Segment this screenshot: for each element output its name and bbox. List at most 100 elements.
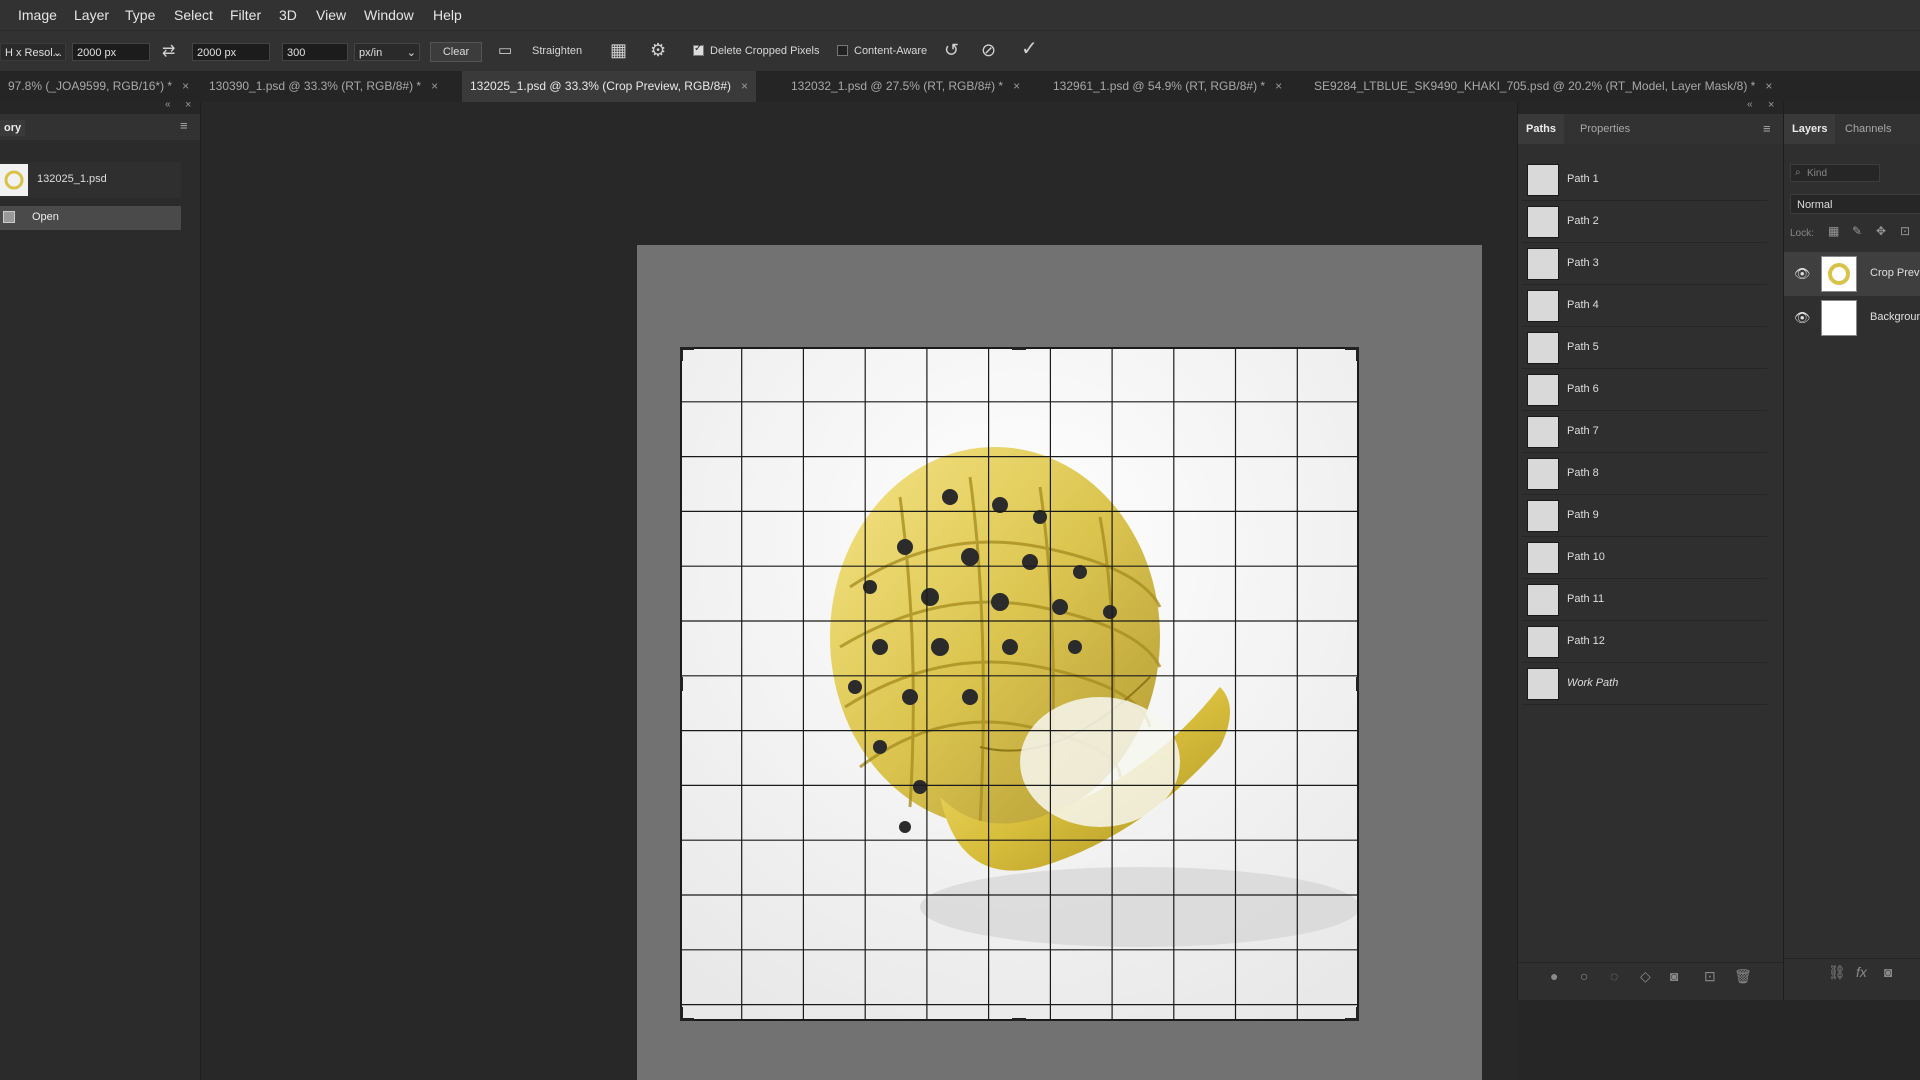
blend-mode-dropdown[interactable]: Normal	[1790, 194, 1920, 214]
path-row[interactable]: Path 2	[1522, 202, 1767, 243]
menu-select[interactable]: Select	[174, 7, 213, 23]
fx-icon[interactable]: fx	[1856, 964, 1867, 980]
new-path-icon[interactable]: ⊡	[1704, 968, 1716, 985]
menu-icon[interactable]: ≡	[180, 118, 188, 133]
path-row[interactable]: Path 12	[1522, 622, 1767, 663]
tab-doc-5[interactable]: 132961_1.psd @ 54.9% (RT, RGB/8#) * ×	[1045, 71, 1290, 102]
eye-icon[interactable]: 👁	[1794, 266, 1811, 282]
resolution-unit-dropdown[interactable]: px/in ⌄	[354, 43, 420, 61]
menu-image[interactable]: Image	[18, 7, 57, 23]
crop-handle-left[interactable]	[680, 677, 683, 691]
history-snapshot[interactable]: 132025_1.psd	[0, 162, 181, 198]
path-row[interactable]: Path 4	[1522, 286, 1767, 327]
stroke-path-icon[interactable]: ○	[1580, 968, 1588, 984]
menu-layer[interactable]: Layer	[74, 7, 109, 23]
menu-icon[interactable]: ≡	[1763, 121, 1771, 136]
load-selection-icon[interactable]: ◌	[1610, 968, 1618, 984]
crop-handle-top-right-v[interactable]	[1356, 347, 1359, 361]
delete-cropped-checkbox[interactable]	[693, 43, 704, 56]
crop-preview-area[interactable]	[680, 347, 1359, 1021]
collapse-icon[interactable]: «	[1747, 99, 1753, 110]
blend-mode-value: Normal	[1797, 199, 1833, 211]
close-icon[interactable]: ×	[1013, 79, 1020, 93]
path-row[interactable]: Path 7	[1522, 412, 1767, 453]
fill-path-icon[interactable]: ●	[1550, 968, 1558, 984]
history-state[interactable]: Open	[0, 206, 181, 230]
close-icon[interactable]: ×	[741, 79, 748, 93]
eye-icon[interactable]: 👁	[1794, 310, 1811, 326]
layer-row-crop-preview[interactable]: 👁 Crop Preview	[1784, 252, 1920, 296]
lock-position-icon[interactable]: ✥	[1876, 224, 1886, 238]
path-row[interactable]: Path 9	[1522, 496, 1767, 537]
add-mask-icon[interactable]: ◙	[1670, 968, 1678, 984]
tab-channels[interactable]: Channels	[1837, 114, 1899, 144]
path-label: Path 7	[1567, 425, 1599, 437]
crop-handle-bottom-left-v[interactable]	[680, 1007, 683, 1021]
path-row[interactable]: Path 6	[1522, 370, 1767, 411]
reset-icon[interactable]: ↺	[944, 41, 959, 59]
straighten-label[interactable]: Straighten	[532, 45, 582, 57]
path-label: Path 5	[1567, 341, 1599, 353]
resolution-field[interactable]: 300	[282, 43, 348, 61]
menu-filter[interactable]: Filter	[230, 7, 261, 23]
gear-icon[interactable]: ⚙	[650, 41, 666, 59]
lock-artboard-icon[interactable]: ⊡	[1900, 224, 1910, 238]
path-row[interactable]: Path 8	[1522, 454, 1767, 495]
commit-check-icon[interactable]: ✓	[1021, 39, 1038, 59]
chevron-down-icon: ⌄	[52, 47, 62, 59]
menu-help[interactable]: Help	[433, 7, 462, 23]
close-icon[interactable]: ×	[182, 79, 189, 93]
crop-handle-right[interactable]	[1356, 677, 1359, 691]
history-tab[interactable]: ory	[0, 120, 26, 136]
divider	[1784, 958, 1920, 959]
tab-doc-3[interactable]: 132025_1.psd @ 33.3% (Crop Preview, RGB/…	[462, 71, 757, 102]
path-row[interactable]: Path 3	[1522, 244, 1767, 285]
crop-handle-bottom-right-v[interactable]	[1356, 1007, 1359, 1021]
link-layers-icon[interactable]: ⛓	[1828, 964, 1846, 981]
path-row[interactable]: Path 5	[1522, 328, 1767, 369]
trash-icon[interactable]: 🗑	[1734, 968, 1752, 985]
layer-row-background[interactable]: 👁 Background	[1784, 296, 1920, 340]
content-aware-checkbox[interactable]	[837, 45, 848, 56]
ratio-preset-dropdown[interactable]: H x Resol... ⌄	[0, 43, 66, 61]
tab-properties[interactable]: Properties	[1572, 114, 1638, 144]
tab-doc-4[interactable]: 132032_1.psd @ 27.5% (RT, RGB/8#) * ×	[783, 71, 1028, 102]
tab-doc-6[interactable]: SE9284_LTBLUE_SK9490_KHAKI_705.psd @ 20.…	[1306, 71, 1780, 102]
lock-pixels-icon[interactable]: ✎	[1852, 224, 1862, 238]
tab-layers[interactable]: Layers	[1784, 114, 1836, 144]
close-icon[interactable]: ×	[1768, 99, 1774, 111]
menu-view[interactable]: View	[316, 7, 346, 23]
collapse-icon[interactable]: «	[165, 99, 171, 110]
tab-doc-2[interactable]: 130390_1.psd @ 33.3% (RT, RGB/8#) * ×	[201, 71, 446, 102]
layer-name: Crop Preview	[1870, 267, 1920, 279]
clear-button[interactable]: Clear	[430, 42, 482, 62]
close-icon[interactable]: ×	[1765, 79, 1772, 93]
crop-width-field[interactable]: 2000 px	[72, 43, 150, 61]
tab-paths[interactable]: Paths	[1518, 114, 1564, 144]
straighten-icon[interactable]: ▭	[498, 42, 512, 60]
crop-handle-top[interactable]	[1012, 347, 1026, 350]
menu-type[interactable]: Type	[125, 7, 155, 23]
path-row[interactable]: Path 10	[1522, 538, 1767, 579]
close-icon[interactable]: ×	[1275, 79, 1282, 93]
swap-dimensions-icon[interactable]: ⇄	[162, 43, 175, 61]
path-row[interactable]: Path 11	[1522, 580, 1767, 621]
close-icon[interactable]: ×	[185, 99, 191, 111]
work-path-row[interactable]: Work Path	[1522, 664, 1767, 705]
lock-label: Lock:	[1790, 228, 1814, 239]
add-mask-icon[interactable]: ◙	[1884, 964, 1892, 980]
tab-doc-1[interactable]: 97.8% (_JOA9599, RGB/16*) * ×	[0, 71, 197, 102]
kind-filter-dropdown[interactable]: ⌕ Kind	[1790, 164, 1880, 182]
path-row[interactable]: Path 1	[1522, 160, 1767, 201]
overlay-grid-icon[interactable]: ▦	[610, 41, 627, 59]
close-icon[interactable]: ×	[431, 79, 438, 93]
layer-thumbnail	[1821, 300, 1857, 336]
crop-handle-top-left-v[interactable]	[680, 347, 683, 361]
lock-transparency-icon[interactable]: ▦	[1828, 224, 1839, 238]
menu-3d[interactable]: 3D	[279, 7, 297, 23]
crop-height-field[interactable]: 2000 px	[192, 43, 270, 61]
cancel-icon[interactable]: ⊘	[981, 41, 996, 59]
make-work-path-icon[interactable]: ◇	[1640, 968, 1651, 985]
menu-window[interactable]: Window	[364, 7, 414, 23]
crop-handle-bottom[interactable]	[1012, 1018, 1026, 1021]
